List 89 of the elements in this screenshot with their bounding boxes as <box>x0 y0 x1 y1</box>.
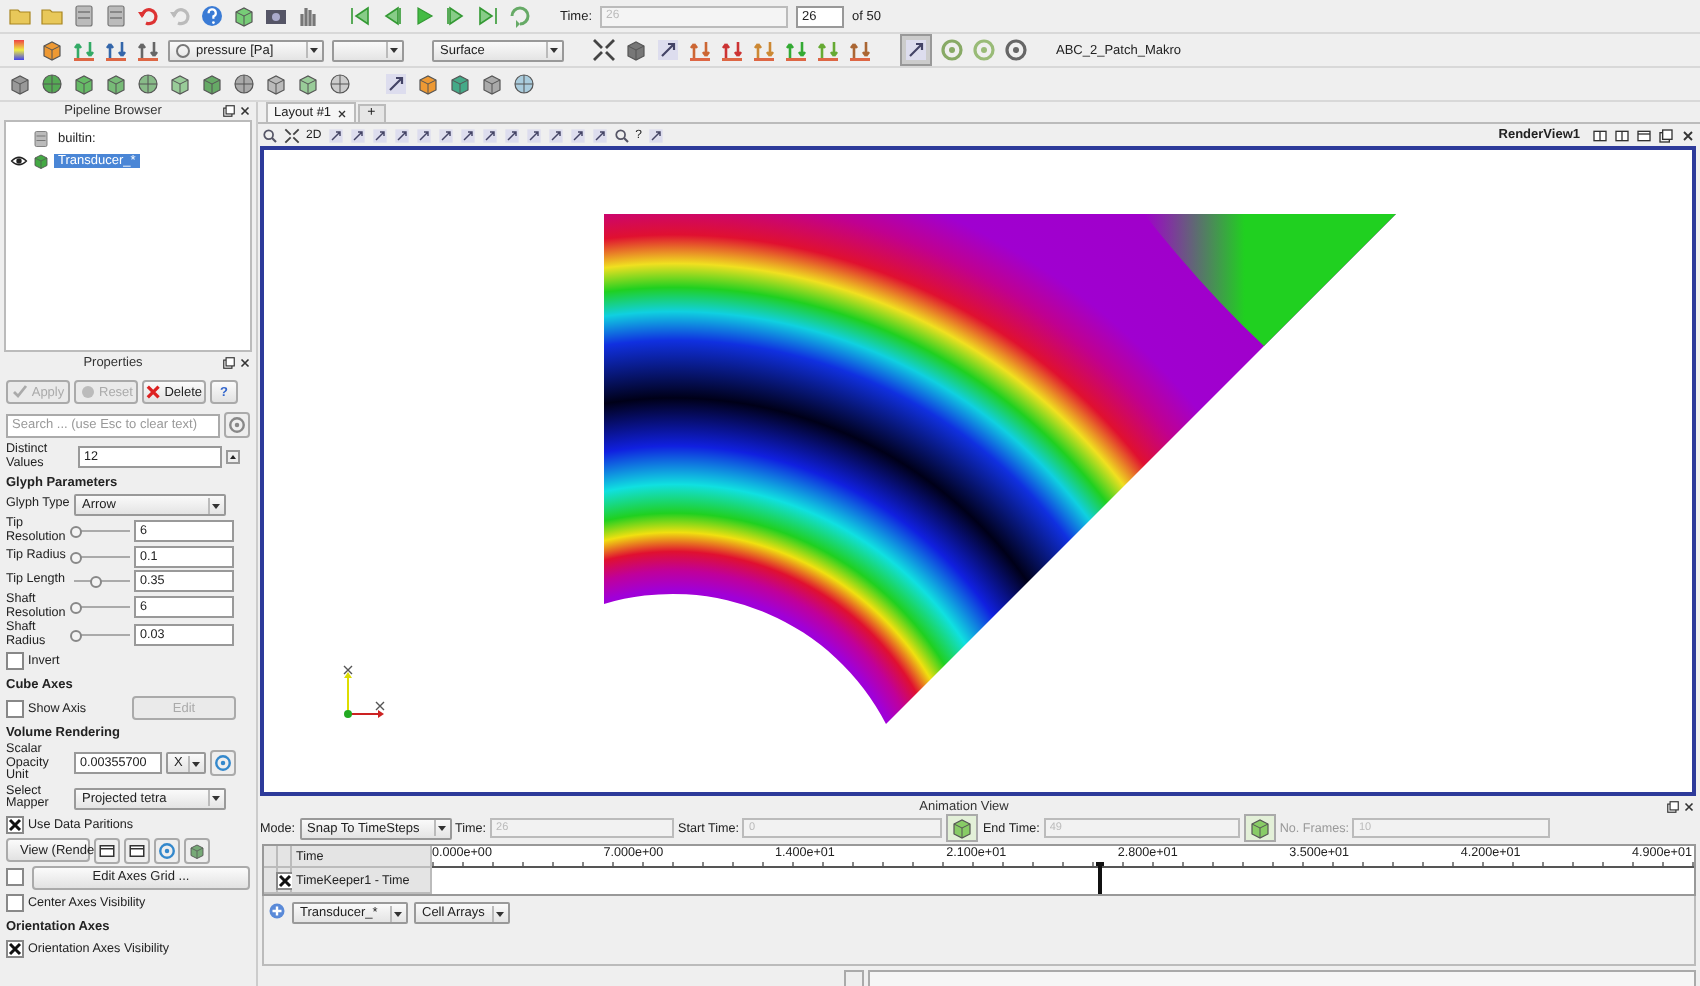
cube-icon[interactable] <box>416 72 440 96</box>
caret-icon <box>208 790 222 806</box>
cube-icon[interactable] <box>480 72 504 96</box>
checkbox[interactable] <box>6 939 24 957</box>
caret-icon <box>306 42 320 58</box>
rescale-icon[interactable] <box>72 38 96 62</box>
float-icon[interactable] <box>1666 800 1680 814</box>
cube-icon[interactable] <box>448 72 472 96</box>
close-icon[interactable] <box>1680 127 1696 143</box>
axis-arrows-icon[interactable] <box>720 38 744 62</box>
undo-icon[interactable] <box>136 4 160 28</box>
float-icon[interactable] <box>222 356 236 370</box>
rescale-icon[interactable] <box>104 38 128 62</box>
close-icon[interactable] <box>335 107 348 119</box>
axis-arrows-icon[interactable] <box>688 38 712 62</box>
first-frame-icon[interactable] <box>348 4 372 28</box>
play-icon[interactable] <box>412 4 436 28</box>
split-icon[interactable] <box>1592 127 1608 143</box>
cube-icon[interactable] <box>624 38 648 62</box>
checkbox[interactable] <box>6 868 24 886</box>
cube-icon[interactable] <box>104 72 128 96</box>
cube-icon[interactable] <box>232 4 256 28</box>
slider[interactable] <box>74 522 130 540</box>
axis-arrows-icon[interactable] <box>848 38 872 62</box>
sphere-icon[interactable] <box>512 72 536 96</box>
cube-icon[interactable] <box>264 72 288 96</box>
checkbox[interactable] <box>6 815 24 833</box>
sphere-icon[interactable] <box>232 72 256 96</box>
cube-icon[interactable] <box>296 72 320 96</box>
cube-icon[interactable] <box>168 72 192 96</box>
cube-icon[interactable] <box>8 72 32 96</box>
eye-icon[interactable] <box>10 152 28 170</box>
cube-icon[interactable] <box>40 38 64 62</box>
last-frame-icon[interactable] <box>476 4 500 28</box>
close-icon[interactable] <box>238 356 252 370</box>
server-icon <box>32 130 50 148</box>
current-time-marker[interactable] <box>1098 862 1103 894</box>
sphere-icon[interactable] <box>40 72 64 96</box>
float-icon[interactable] <box>1658 127 1674 143</box>
component-dropdown[interactable] <box>332 39 404 61</box>
server-icon[interactable] <box>72 4 96 28</box>
window-icon[interactable] <box>1636 127 1652 143</box>
cube-icon[interactable] <box>72 72 96 96</box>
axis-arrows-icon[interactable] <box>784 38 808 62</box>
slider-thumb[interactable] <box>90 575 103 587</box>
expand-icon[interactable] <box>284 127 300 143</box>
cube-icon[interactable] <box>200 72 224 96</box>
camera-icon[interactable] <box>264 4 288 28</box>
reset-icon <box>79 384 95 400</box>
render-view[interactable] <box>260 146 1696 796</box>
delete-icon <box>146 384 161 400</box>
caret-icon <box>492 905 506 921</box>
spin-arrow-icon[interactable] <box>226 450 240 464</box>
axis-arrows-icon[interactable] <box>752 38 776 62</box>
caret-icon <box>390 905 404 921</box>
previous-frame-icon[interactable] <box>380 4 404 28</box>
orientation-axes-icon <box>343 665 385 718</box>
slider[interactable] <box>74 548 130 566</box>
cube-icon <box>32 152 50 170</box>
caret-icon <box>546 42 560 58</box>
slider-thumb[interactable] <box>70 629 83 641</box>
slider-thumb[interactable] <box>70 551 83 563</box>
sphere-icon[interactable] <box>328 72 352 96</box>
caret-icon <box>188 755 202 772</box>
caret-icon <box>433 820 448 836</box>
axis-arrows-icon[interactable] <box>816 38 840 62</box>
slider-thumb[interactable] <box>70 601 83 613</box>
server-icon[interactable] <box>104 4 128 28</box>
zoom-icon[interactable] <box>262 127 278 143</box>
caret-icon <box>386 42 400 58</box>
caret-icon <box>208 497 222 513</box>
close-icon[interactable] <box>1682 800 1696 814</box>
slider[interactable] <box>74 572 130 590</box>
expand-icon[interactable] <box>592 38 616 62</box>
slider[interactable] <box>74 598 130 616</box>
close-icon[interactable] <box>238 104 252 118</box>
slider-thumb[interactable] <box>70 525 83 537</box>
help-icon[interactable] <box>200 4 224 28</box>
check-icon <box>11 384 28 400</box>
zoom-icon[interactable] <box>613 127 630 143</box>
checkbox[interactable] <box>6 893 24 911</box>
split-icon[interactable] <box>1614 127 1630 143</box>
slider[interactable] <box>74 626 130 644</box>
rescale-icon[interactable] <box>136 38 160 62</box>
next-frame-icon[interactable] <box>444 4 468 28</box>
sphere-icon[interactable] <box>136 72 160 96</box>
add-track-icon[interactable] <box>268 902 286 920</box>
checkbox[interactable] <box>6 652 24 670</box>
float-icon[interactable] <box>222 104 236 118</box>
